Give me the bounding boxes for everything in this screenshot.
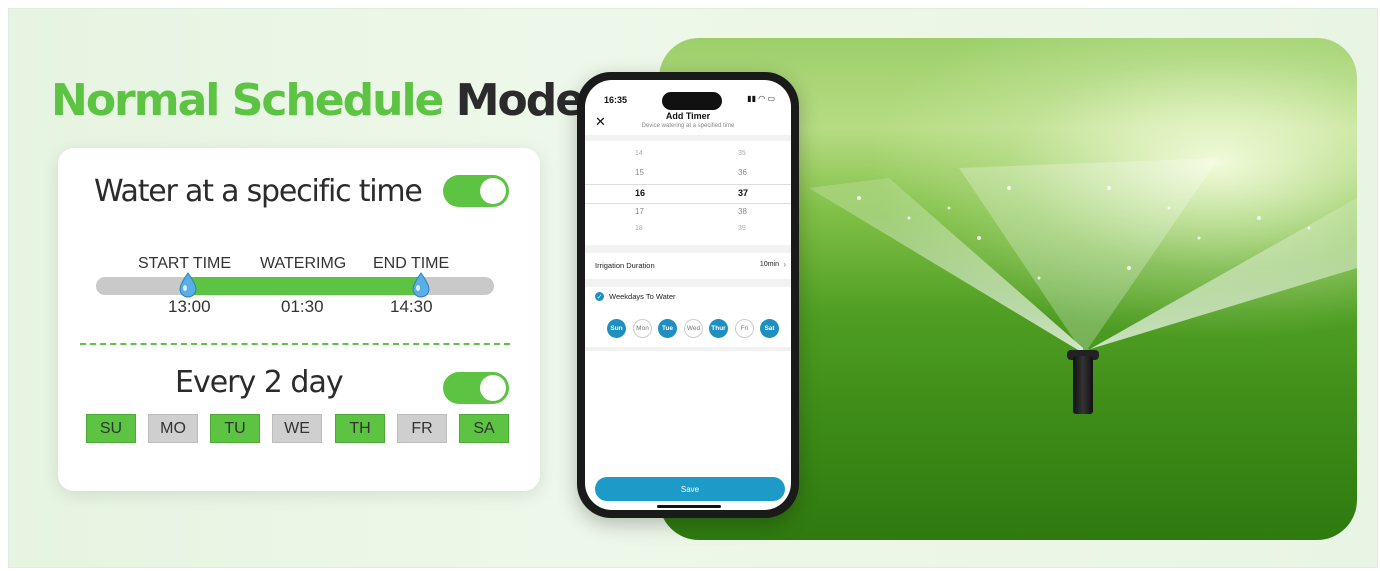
day-mo[interactable]: MO bbox=[148, 414, 198, 443]
picker-hour: 14 bbox=[635, 150, 643, 157]
picker-hour: 18 bbox=[635, 225, 643, 232]
save-button[interactable]: Save bbox=[595, 477, 785, 501]
section-gap bbox=[585, 245, 791, 253]
headline: Normal Schedule Mode bbox=[51, 75, 585, 126]
specific-time-toggle[interactable] bbox=[443, 175, 509, 207]
status-time: 16:35 bbox=[604, 95, 628, 105]
picker-highlight bbox=[585, 184, 791, 204]
irrigation-duration-row[interactable]: Irrigation Duration 10min › bbox=[585, 253, 791, 279]
banner: Normal Schedule Mode Water at a specific… bbox=[8, 8, 1378, 568]
home-indicator bbox=[657, 505, 721, 508]
day-we[interactable]: WE bbox=[272, 414, 322, 443]
watering-label: WATERIMG bbox=[260, 255, 347, 272]
start-time-value: 13:00 bbox=[168, 297, 211, 316]
picker-minute: 38 bbox=[738, 207, 747, 216]
irrigation-label: Irrigation Duration bbox=[595, 261, 655, 270]
weekday-sat[interactable]: Sat bbox=[760, 319, 779, 338]
timeline-fill bbox=[188, 277, 420, 295]
end-time-label: END TIME bbox=[373, 255, 450, 272]
day-th[interactable]: TH bbox=[335, 414, 385, 443]
card-title: Water at a specific time bbox=[94, 174, 423, 209]
dynamic-island bbox=[662, 92, 722, 110]
section-gap bbox=[585, 279, 791, 287]
weekday-wed[interactable]: Wed bbox=[684, 319, 703, 338]
wifi-icon: ◠ bbox=[758, 94, 766, 103]
phone-screen: 16:35 ▮▮ ◠ ▭ ✕ Add Timer Device watering… bbox=[585, 80, 791, 510]
repeat-title: Every 2 day bbox=[175, 365, 344, 400]
timeline-track bbox=[96, 277, 494, 295]
irrigation-value: 10min bbox=[759, 261, 779, 268]
weekdays-section: ✓ Weekdays To Water Sun Mon Tue Wed Thur… bbox=[585, 287, 791, 347]
time-picker[interactable]: 14 15 16 17 18 35 36 37 38 39 bbox=[585, 135, 791, 251]
picker-hour-selected: 16 bbox=[635, 188, 646, 198]
day-sa[interactable]: SA bbox=[459, 414, 509, 443]
day-su[interactable]: SU bbox=[86, 414, 136, 443]
start-handle-drop-icon[interactable] bbox=[179, 272, 197, 298]
weekday-tue[interactable]: Tue bbox=[658, 319, 677, 338]
picker-minute: 39 bbox=[738, 225, 746, 232]
toggle-knob bbox=[480, 178, 506, 204]
headline-green: Normal Schedule bbox=[51, 75, 444, 126]
weekday-fri[interactable]: Fri bbox=[735, 319, 754, 338]
start-time-label: START TIME bbox=[138, 255, 232, 272]
end-handle-drop-icon[interactable] bbox=[412, 272, 430, 298]
section-gap bbox=[585, 347, 791, 351]
app-subtitle: Device watering at a specified time bbox=[641, 123, 735, 129]
picker-minute: 35 bbox=[738, 150, 746, 157]
toggle-knob bbox=[480, 375, 506, 401]
status-icons: ▮▮ ◠ ▭ bbox=[747, 94, 775, 103]
day-fr[interactable]: FR bbox=[397, 414, 447, 443]
headline-dark: Mode bbox=[455, 75, 585, 126]
phone-mockup: 16:35 ▮▮ ◠ ▭ ✕ Add Timer Device watering… bbox=[577, 72, 799, 518]
signal-icon: ▮▮ bbox=[747, 94, 756, 103]
check-icon[interactable]: ✓ bbox=[595, 292, 604, 301]
weekdays-label: Weekdays To Water bbox=[609, 292, 676, 301]
repeat-toggle[interactable] bbox=[443, 372, 509, 404]
end-time-value: 14:30 bbox=[390, 297, 433, 316]
divider bbox=[80, 343, 510, 345]
picker-hour: 17 bbox=[635, 207, 644, 216]
picker-minute: 36 bbox=[738, 168, 747, 177]
day-tu[interactable]: TU bbox=[210, 414, 260, 443]
chevron-right-icon: › bbox=[783, 260, 786, 269]
battery-icon: ▭ bbox=[767, 94, 775, 103]
picker-hour: 15 bbox=[635, 168, 644, 177]
weekday-sun[interactable]: Sun bbox=[607, 319, 626, 338]
schedule-card: Water at a specific time START TIME WATE… bbox=[58, 148, 540, 491]
duration-value: 01:30 bbox=[281, 297, 324, 316]
picker-minute-selected: 37 bbox=[738, 188, 749, 198]
sprinkler-body bbox=[1073, 356, 1093, 414]
weekday-thur[interactable]: Thur bbox=[709, 319, 728, 338]
weekday-mon[interactable]: Mon bbox=[633, 319, 652, 338]
app-title: Add Timer bbox=[665, 111, 711, 121]
